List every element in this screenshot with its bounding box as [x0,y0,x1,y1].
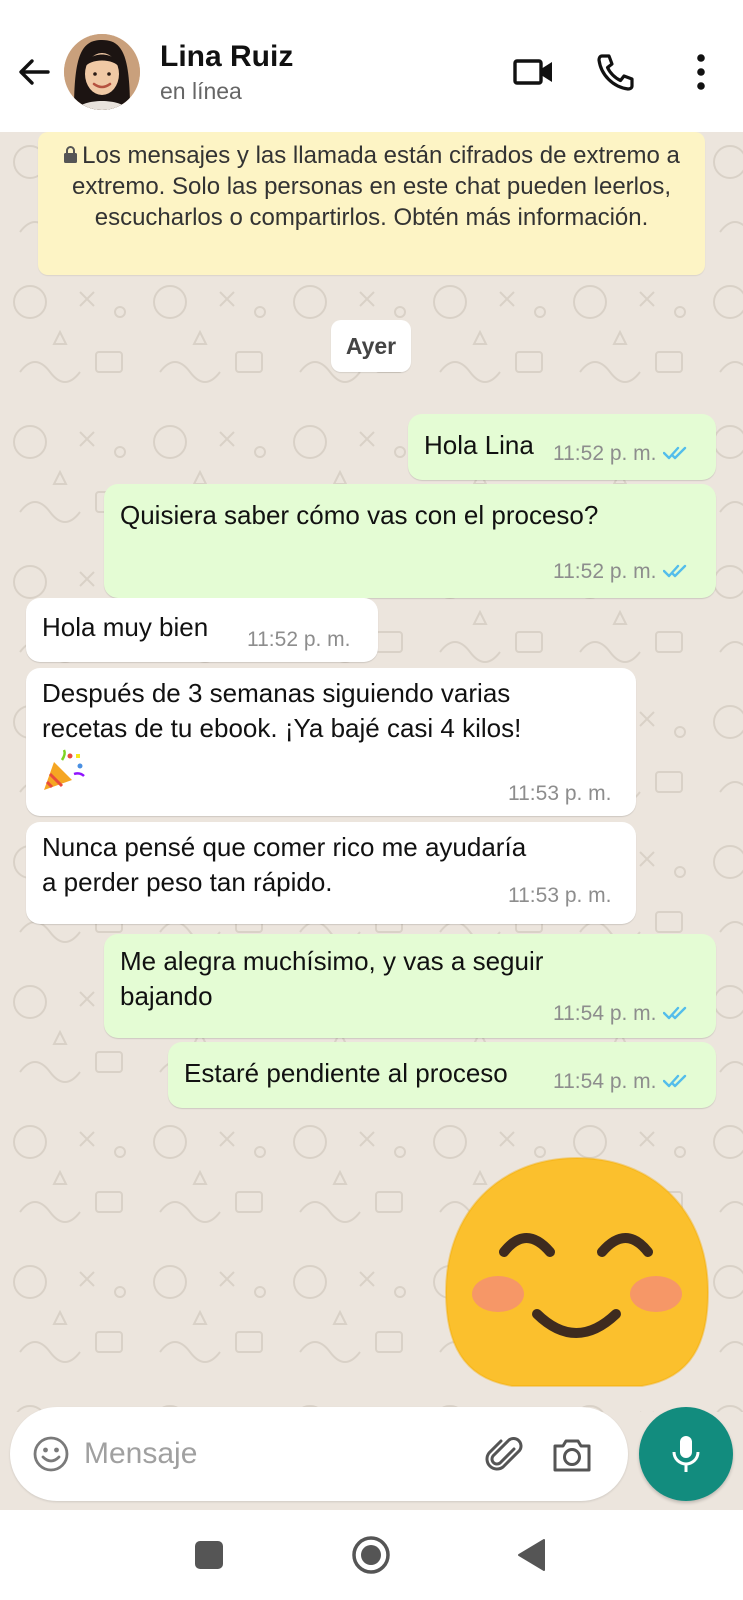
message-text: Hola muy bien [42,612,209,642]
party-popper-icon [44,749,85,790]
read-receipt-icon [662,446,686,460]
date-separator: Ayer [331,320,411,372]
message-time: 11:54 p. m. [553,1002,657,1025]
message-meta: 11:54 p. m. [553,996,691,1031]
message-bubble-outgoing[interactable]: Estaré pendiente al proceso 11:54 p. m. [168,1042,716,1108]
chat-header: Lina Ruiz en línea [0,0,743,132]
smiling-face-with-smiling-eyes-emoji[interactable] [442,1152,712,1390]
message-bubble-outgoing[interactable]: Hola Lina 11:52 p. m. [408,414,716,480]
read-receipt-icon [662,1074,686,1088]
message-bubble-outgoing[interactable]: Quisiera saber cómo vas con el proceso? … [104,484,716,598]
message-bubble-incoming[interactable]: Después de 3 semanas siguiendo varias re… [26,668,636,816]
recents-icon[interactable] [186,1532,232,1578]
read-receipt-icon [662,1006,686,1020]
read-receipt-icon [662,564,686,578]
message-time: 11:52 p. m. [247,628,351,651]
message-text-line: Nunca pensé que comer rico me ayudaría [42,832,527,862]
chat-area[interactable]: Los mensajes y las llamada están cifrado… [0,132,743,1412]
message-time: 11:52 p. m. [553,560,657,583]
more-options-icon[interactable] [679,50,723,94]
voice-message-button[interactable] [639,1407,733,1501]
contact-status: en línea [160,78,242,104]
message-time: 11:53 p. m. [508,782,612,805]
message-text-line: Después de 3 semanas siguiendo varias [42,678,511,708]
attach-icon[interactable] [484,1433,528,1477]
voice-call-icon[interactable] [594,50,638,94]
message-text: Estaré pendiente al proceso [184,1058,508,1088]
back-icon[interactable] [510,1532,556,1578]
system-navigation-bar [0,1510,743,1600]
message-bubble-incoming[interactable]: Hola muy bien 11:52 p. m. [26,598,378,662]
encryption-notice[interactable]: Los mensajes y las llamada están cifrado… [38,132,705,275]
message-time: 11:54 p. m. [553,1070,657,1093]
back-arrow-icon[interactable] [14,52,54,92]
lock-icon [64,146,78,163]
video-call-icon[interactable] [512,50,556,94]
contact-name[interactable]: Lina Ruiz [160,40,293,74]
emoji-icon[interactable] [32,1435,70,1473]
message-meta: 11:54 p. m. [553,1064,691,1099]
message-text-line: a perder peso tan rápido. [42,867,333,897]
message-meta: 11:52 p. m. [553,554,691,589]
message-bubble-incoming[interactable]: Nunca pensé que comer rico me ayudaría a… [26,822,636,924]
home-icon[interactable] [348,1532,394,1578]
message-text: Hola Lina [424,430,534,460]
message-text-line: Me alegra muchísimo, y vas a seguir [120,946,544,976]
message-meta: 11:52 p. m. [553,436,691,471]
message-bubble-outgoing[interactable]: Me alegra muchísimo, y vas a seguir baja… [104,934,716,1038]
message-time: 11:53 p. m. [508,884,612,907]
message-composer [10,1407,628,1501]
mic-icon [672,1436,700,1472]
encryption-notice-text: Los mensajes y las llamada están cifrado… [71,142,680,231]
message-text-line: recetas de tu ebook. ¡Ya bajé casi 4 kil… [42,713,522,743]
message-time: 11:52 p. m. [553,442,657,465]
message-text-line: bajando [120,981,213,1011]
contact-avatar[interactable] [64,34,140,110]
camera-icon[interactable] [550,1433,594,1477]
message-text: Quisiera saber cómo vas con el proceso? [120,500,599,530]
message-input[interactable] [84,1431,444,1477]
